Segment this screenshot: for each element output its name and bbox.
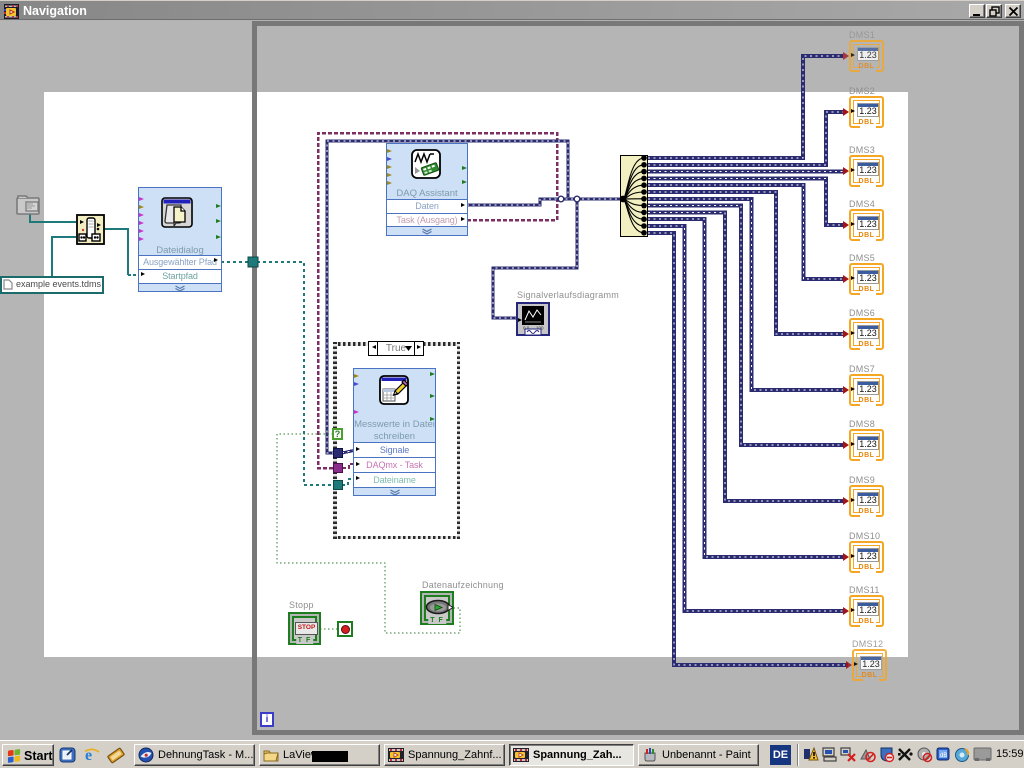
svg-text:dB: dB [940,753,947,759]
